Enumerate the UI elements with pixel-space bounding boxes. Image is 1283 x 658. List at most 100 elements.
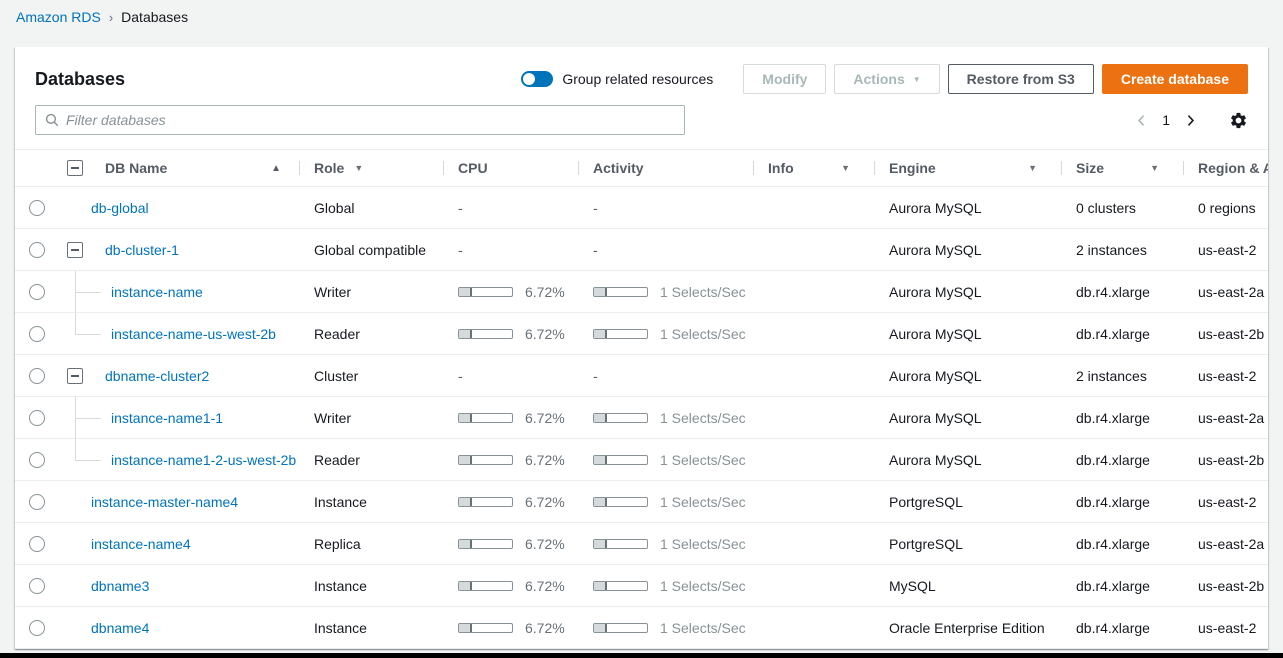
row-radio-button[interactable] [29, 200, 45, 216]
info-cell [753, 439, 874, 480]
row-radio-button[interactable] [29, 494, 45, 510]
cpu-empty-value: - [458, 368, 463, 384]
column-header-activity: Activity [593, 160, 644, 176]
size-value: db.r4.xlarge [1076, 578, 1150, 594]
breadcrumb-current: Databases [121, 9, 188, 25]
db-name-cell: instance-name1-2-us-west-2b [59, 439, 299, 480]
column-header-role[interactable]: Role [314, 160, 344, 176]
engine-filter-caret-icon[interactable]: ▼ [1028, 163, 1061, 173]
select-cell [15, 523, 59, 564]
activity-cell: 1 Selects/Sec [578, 523, 753, 564]
info-filter-caret-icon[interactable]: ▼ [841, 163, 874, 173]
filter-databases-input[interactable] [66, 112, 675, 128]
select-all-cell [15, 150, 59, 186]
column-header-info[interactable]: Info [768, 160, 794, 176]
db-name-link[interactable]: instance-name4 [91, 536, 191, 552]
meter-tick [470, 624, 472, 632]
db-name-link[interactable]: db-cluster-1 [105, 242, 179, 258]
row-radio-button[interactable] [29, 536, 45, 552]
db-name-link[interactable]: dbname4 [91, 620, 149, 636]
column-header-engine[interactable]: Engine [889, 160, 936, 176]
meter-tick [470, 540, 472, 548]
restore-from-s3-button[interactable]: Restore from S3 [948, 64, 1094, 94]
engine-cell: PortgreSQL [874, 523, 1061, 564]
cpu-value: 6.72% [525, 494, 565, 510]
settings-button[interactable] [1229, 111, 1248, 130]
region-cell: us-east-2b [1183, 313, 1268, 354]
sort-ascending-icon[interactable]: ▲ [271, 163, 299, 174]
row-radio-button[interactable] [29, 368, 45, 384]
select-cell [15, 313, 59, 354]
engine-value: Oracle Enterprise Edition [889, 620, 1045, 636]
info-cell [753, 565, 874, 606]
activity-meter [593, 539, 648, 549]
activity-empty-value: - [593, 368, 598, 384]
next-page-button[interactable] [1178, 110, 1203, 131]
cpu-cell: 6.72% [443, 607, 578, 648]
role-cell: Replica [299, 523, 443, 564]
collapse-row-icon[interactable] [67, 368, 83, 384]
db-name-cell: instance-name1-1 [59, 397, 299, 438]
column-header-db-name[interactable]: DB Name [105, 160, 167, 176]
column-header-size[interactable]: Size [1076, 160, 1104, 176]
meter-fill [594, 330, 605, 338]
region-cell: us-east-2b [1183, 565, 1268, 606]
engine-cell: Aurora MySQL [874, 355, 1061, 396]
cpu-meter [458, 581, 513, 591]
cpu-cell: - [443, 355, 578, 396]
role-value: Global compatible [314, 242, 426, 258]
chevron-right-icon [1184, 114, 1197, 127]
row-radio-button[interactable] [29, 242, 45, 258]
region-cell: us-east-2 [1183, 229, 1268, 270]
db-name-link[interactable]: instance-name1-1 [111, 410, 223, 426]
db-name-cell: db-cluster-1 [59, 229, 299, 270]
db-name-link[interactable]: dbname-cluster2 [105, 368, 209, 384]
engine-cell: Aurora MySQL [874, 187, 1061, 228]
cpu-header-cell: CPU [443, 150, 578, 186]
filter-databases-field[interactable] [35, 105, 685, 135]
table-row: instance-name1-1Writer6.72%1 Selects/Sec… [15, 397, 1268, 439]
db-name-link[interactable]: instance-name1-2-us-west-2b [111, 452, 296, 468]
engine-cell: Oracle Enterprise Edition [874, 607, 1061, 648]
row-radio-button[interactable] [29, 284, 45, 300]
region-cell: us-east-2 [1183, 607, 1268, 648]
row-radio-button[interactable] [29, 326, 45, 342]
region-value: us-east-2a [1198, 536, 1264, 552]
db-name-cell: instance-name [59, 271, 299, 312]
size-filter-caret-icon[interactable]: ▼ [1150, 163, 1183, 173]
breadcrumb-amazon-rds-link[interactable]: Amazon RDS [16, 9, 101, 25]
page-number[interactable]: 1 [1154, 112, 1178, 128]
role-filter-caret-icon[interactable]: ▼ [354, 163, 363, 173]
row-radio-button[interactable] [29, 410, 45, 426]
collapse-row-icon[interactable] [67, 242, 83, 258]
group-related-resources-toggle[interactable] [521, 71, 553, 87]
activity-meter [593, 413, 648, 423]
row-radio-button[interactable] [29, 620, 45, 636]
db-name-link[interactable]: dbname3 [91, 578, 149, 594]
role-value: Replica [314, 536, 361, 552]
cpu-cell: 6.72% [443, 271, 578, 312]
region-value: us-east-2b [1198, 452, 1264, 468]
region-value: us-east-2b [1198, 578, 1264, 594]
create-database-button[interactable]: Create database [1102, 64, 1248, 94]
actions-dropdown-button[interactable]: Actions ▼ [834, 64, 939, 94]
collapse-all-icon[interactable] [67, 160, 83, 176]
activity-meter [593, 455, 648, 465]
modify-button[interactable]: Modify [743, 64, 826, 94]
table-row: instance-nameWriter6.72%1 Selects/SecAur… [15, 271, 1268, 313]
db-name-cell: instance-name4 [59, 523, 299, 564]
db-name-link[interactable]: instance-name-us-west-2b [111, 326, 276, 342]
row-radio-button[interactable] [29, 578, 45, 594]
select-cell [15, 271, 59, 312]
group-resources-toggle-group: Group related resources [521, 71, 713, 87]
row-radio-button[interactable] [29, 452, 45, 468]
db-name-link[interactable]: instance-name [111, 284, 203, 300]
db-name-link[interactable]: instance-master-name4 [91, 494, 238, 510]
table-row: db-globalGlobal--Aurora MySQL0 clusters0… [15, 187, 1268, 229]
db-name-link[interactable]: db-global [91, 200, 149, 216]
size-cell: db.r4.xlarge [1061, 481, 1183, 522]
size-value: db.r4.xlarge [1076, 536, 1150, 552]
region-value: us-east-2b [1198, 326, 1264, 342]
previous-page-button[interactable] [1129, 110, 1154, 131]
size-value: 0 clusters [1076, 200, 1136, 216]
